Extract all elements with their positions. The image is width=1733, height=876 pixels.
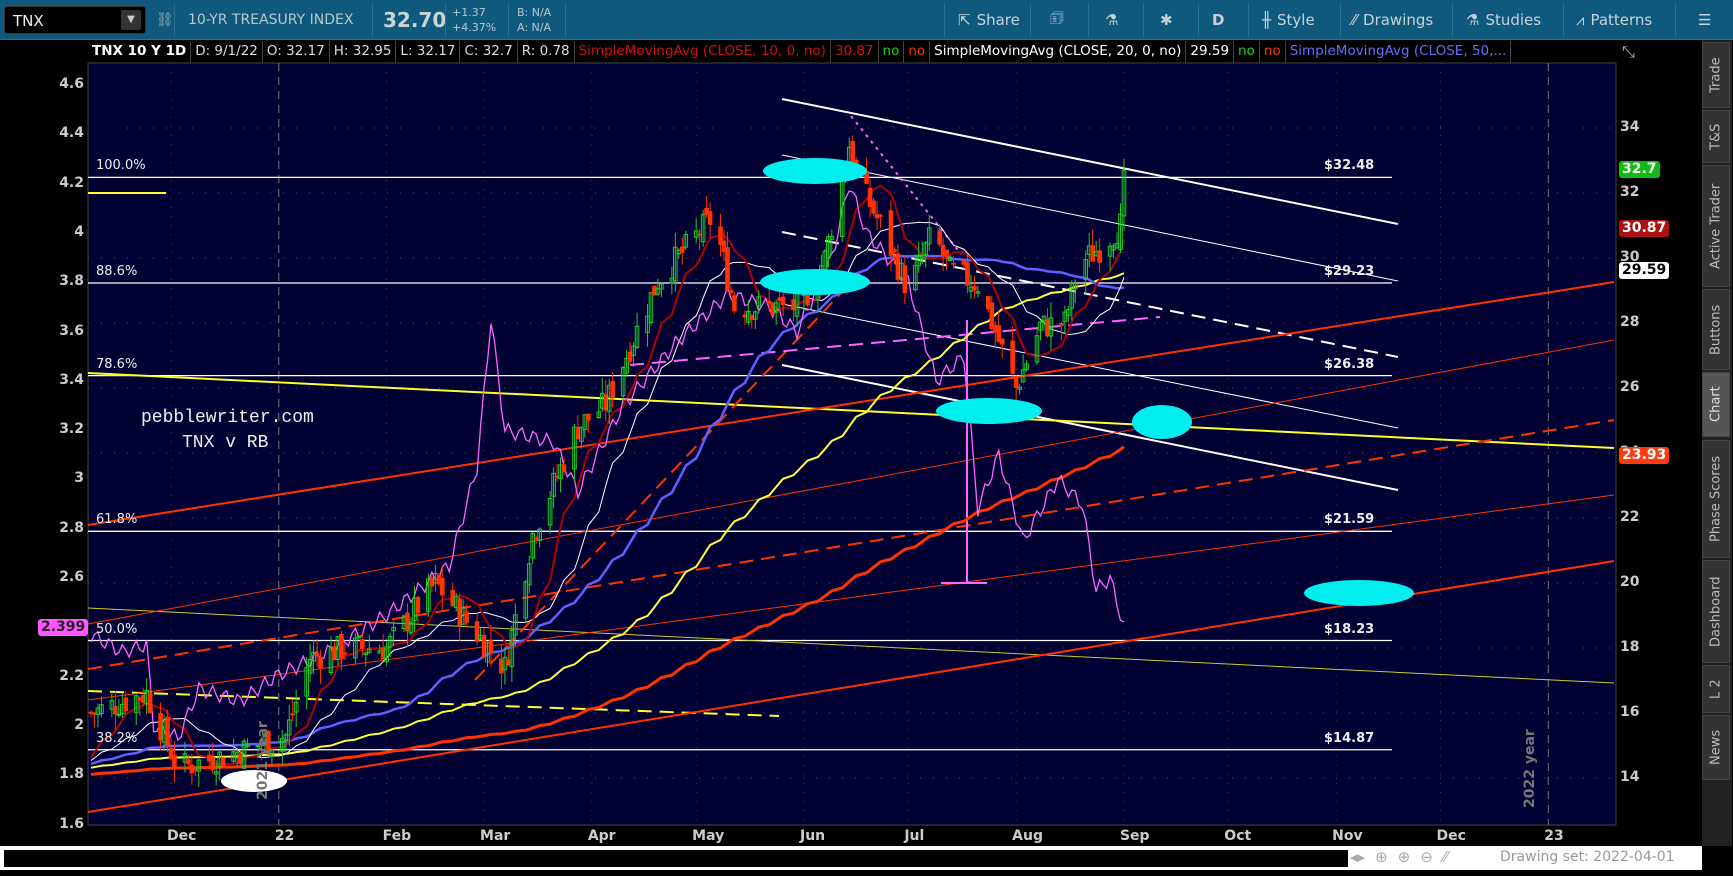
x-axis-label: Nov xyxy=(1332,828,1363,844)
x-axis-label: Dec xyxy=(167,828,197,844)
left-axis-tick: 4.4 xyxy=(59,125,84,142)
right-axis-tick: 16 xyxy=(1620,704,1640,720)
fib-percent-label: 50.0% xyxy=(96,621,138,637)
right-axis-tick: 22 xyxy=(1620,509,1640,525)
drawing-set-label[interactable]: Drawing set: 2022-04-01 xyxy=(1500,849,1675,865)
tab-news[interactable]: News xyxy=(1702,715,1730,780)
left-axis-tick: 1.8 xyxy=(59,766,84,783)
fib-price-label: $26.38 xyxy=(1324,356,1375,372)
candle xyxy=(871,198,876,217)
highlight-ellipse xyxy=(936,398,1042,424)
x-axis-label: Mar xyxy=(480,828,511,844)
x-axis-label: Feb xyxy=(382,828,412,844)
right-axis-tick: 14 xyxy=(1620,769,1640,785)
x-axis-label: Jun xyxy=(799,828,826,844)
fib-percent-label: 78.6% xyxy=(96,356,138,372)
left-axis-tick: 4.2 xyxy=(59,174,84,191)
last-price-badge: 32.7 xyxy=(1619,161,1660,178)
x-axis-label: Apr xyxy=(587,828,616,844)
left-axis-tick: 2 xyxy=(74,716,84,733)
highlight-ellipse xyxy=(1132,405,1192,439)
time-scrollbar[interactable] xyxy=(4,850,1348,867)
left-axis-tick: 4.6 xyxy=(59,76,84,92)
left-axis-tick: 3.4 xyxy=(59,371,84,388)
year-label: 2022 year xyxy=(1522,729,1538,808)
left-axis-tick: 2.6 xyxy=(59,569,84,585)
left-axis-tick: 1.6 xyxy=(59,815,84,832)
fib-price-label: $32.48 xyxy=(1324,158,1375,174)
left-axis-tick: 2.8 xyxy=(59,519,84,536)
left-axis-tick: 3.2 xyxy=(59,421,84,438)
highlight-ellipse xyxy=(763,158,867,184)
year-label: 2021 year xyxy=(255,721,271,800)
x-axis-label: May xyxy=(692,828,725,844)
right-sidebar-tabs: Trade T&S Active Trader Buttons Chart Phase S… xyxy=(1702,40,1732,846)
tab-phase-scores[interactable]: Phase Scores xyxy=(1702,440,1730,558)
tab-t-s[interactable]: T&S xyxy=(1702,110,1730,163)
fib-price-label: $18.23 xyxy=(1324,621,1375,637)
drawing-icon[interactable]: ⁄⁄ xyxy=(1443,848,1448,866)
pan-icon[interactable]: ◂▸ xyxy=(1350,848,1365,866)
left-axis-tick: 3 xyxy=(74,470,84,487)
fib-percent-label: 100.0% xyxy=(96,158,146,174)
x-axis-label: Sep xyxy=(1119,828,1150,844)
right-axis-tick: 20 xyxy=(1620,574,1640,590)
fib-percent-label: 38.2% xyxy=(96,730,138,746)
fib-price-label: $21.59 xyxy=(1324,512,1375,528)
right-axis-tick: 32 xyxy=(1620,184,1640,200)
zoom-in-icon[interactable]: ⊕ xyxy=(1398,848,1411,866)
highlight-ellipse xyxy=(760,269,870,295)
rb-badge: 2.399 xyxy=(38,619,89,636)
x-axis-label: Jul xyxy=(904,828,925,844)
tab-dashboard[interactable]: Dashboard xyxy=(1702,560,1730,663)
x-axis-label: Dec xyxy=(1436,828,1466,844)
zoom-out-icon[interactable]: ⊖ xyxy=(1420,848,1433,866)
watermark-pair: TNX v RB xyxy=(182,433,269,453)
chart-scroll-area: ◂▸ ⊕ ⊕ ⊖ ⁄⁄ Drawing set: 2022-04-01 xyxy=(0,846,1702,870)
highlight-ellipse xyxy=(221,770,287,792)
watermark-site: pebblewriter.com xyxy=(141,408,314,428)
highlight-ellipse xyxy=(1304,580,1414,606)
tab-buttons[interactable]: Buttons xyxy=(1702,289,1730,370)
right-axis-tick: 26 xyxy=(1620,379,1640,395)
left-axis-tick: 3.6 xyxy=(59,322,84,339)
fib-price-label: $14.87 xyxy=(1324,730,1375,746)
sma20-badge: 29.59 xyxy=(1619,262,1670,279)
candle xyxy=(220,756,226,767)
tab-l-2[interactable]: L 2 xyxy=(1702,665,1730,713)
right-axis-tick: 28 xyxy=(1620,314,1640,330)
fib-price-label: $29.23 xyxy=(1324,264,1375,280)
tab-chart[interactable]: Chart xyxy=(1702,372,1730,437)
left-axis-tick: 2.2 xyxy=(59,667,84,684)
sma200-badge: 23.93 xyxy=(1619,447,1670,464)
crosshair-icon[interactable]: ⊕ xyxy=(1375,848,1388,866)
fib-percent-label: 88.6% xyxy=(96,264,138,280)
tab-trade[interactable]: Trade xyxy=(1702,42,1730,108)
fib-percent-label: 61.8% xyxy=(96,512,138,528)
tab-active-trader[interactable]: Active Trader xyxy=(1702,165,1730,287)
left-axis-tick: 4 xyxy=(74,223,84,240)
x-axis-label: Aug xyxy=(1012,828,1043,844)
right-axis-tick: 18 xyxy=(1620,639,1640,655)
x-axis-label: 23 xyxy=(1544,828,1564,844)
left-axis-tick: 3.8 xyxy=(59,273,84,290)
x-axis-label: 22 xyxy=(274,828,295,844)
right-axis-tick: 34 xyxy=(1620,119,1640,135)
sma10-badge: 30.87 xyxy=(1619,220,1670,237)
x-axis-label: Oct xyxy=(1224,828,1252,844)
